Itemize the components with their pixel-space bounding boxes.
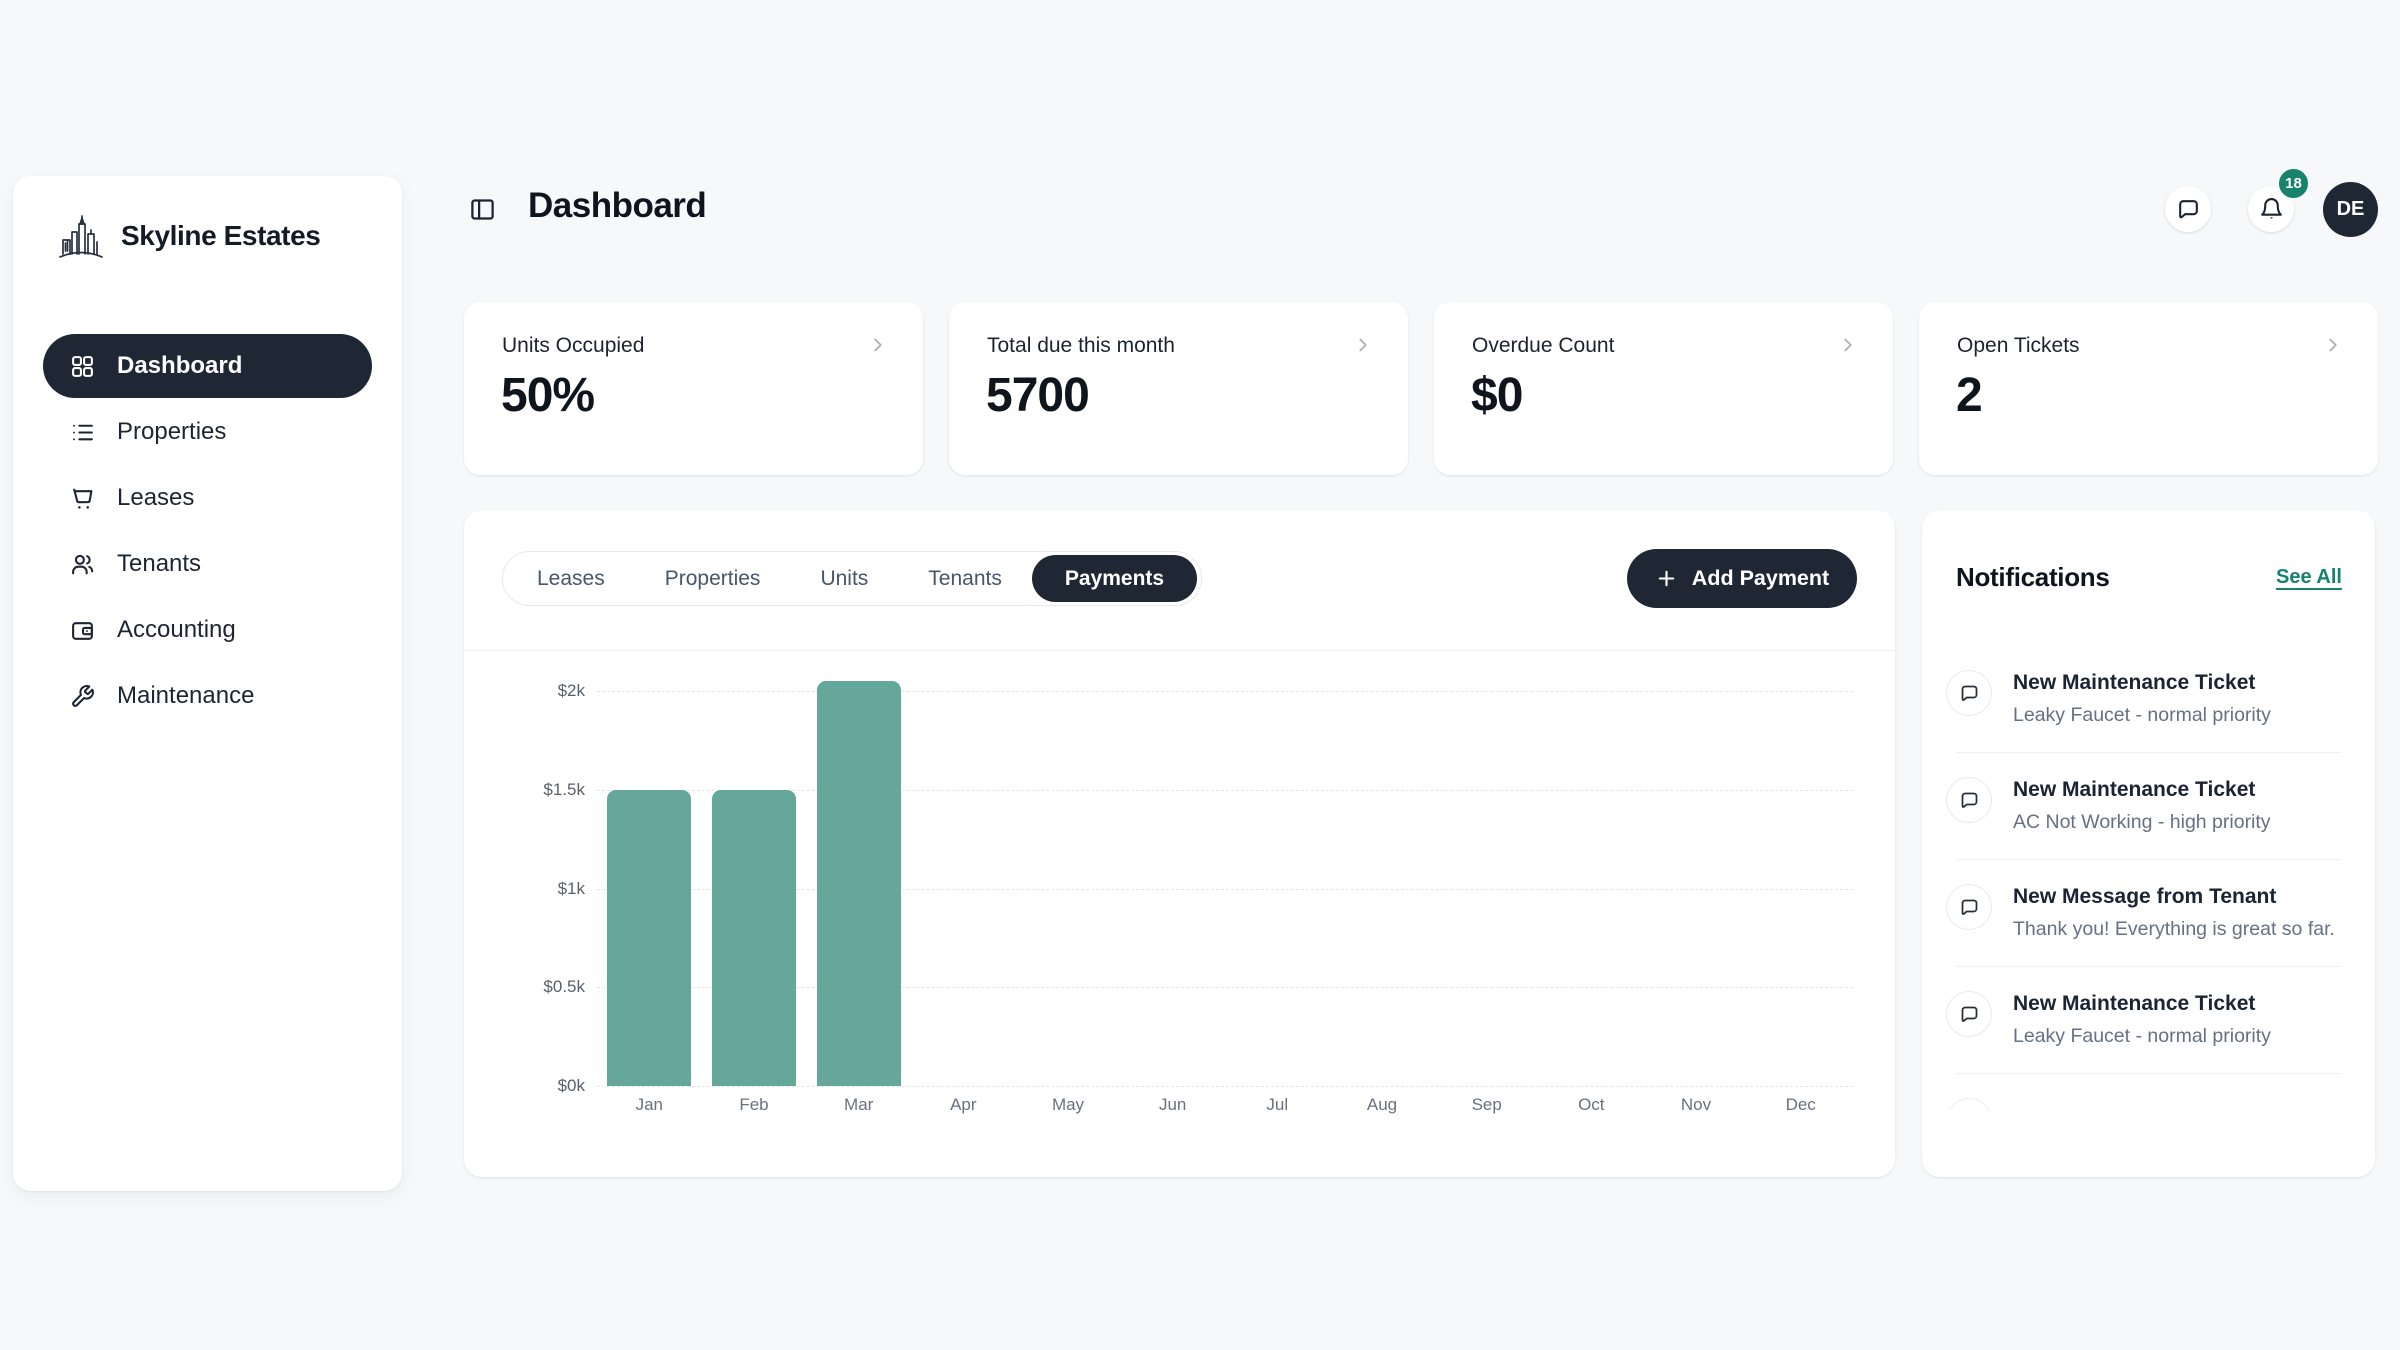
x-axis-tick-label: Sep bbox=[1435, 1095, 1539, 1115]
circle-outline bbox=[1946, 1098, 1992, 1111]
stat-card-1[interactable]: Total due this month 5700 bbox=[949, 302, 1408, 475]
sidebar-item-properties[interactable]: Properties bbox=[43, 400, 372, 464]
sidebar-item-label: Accounting bbox=[117, 616, 236, 644]
stat-label: Open Tickets bbox=[1957, 334, 2080, 358]
stat-value: 5700 bbox=[986, 368, 1089, 423]
bar-jan bbox=[607, 790, 691, 1086]
sidebar-nav: Dashboard Properties Leases Tenants Accounti… bbox=[43, 334, 372, 730]
stat-label: Total due this month bbox=[987, 334, 1175, 358]
bar-mar bbox=[817, 681, 901, 1086]
avatar[interactable]: DE bbox=[2323, 182, 2378, 237]
notification-item[interactable]: New Message from Tenant Thank you! Everyt… bbox=[1922, 860, 2375, 967]
x-axis-tick-label: Mar bbox=[807, 1095, 911, 1115]
sidebar-item-maintenance[interactable]: Maintenance bbox=[43, 664, 372, 728]
divider bbox=[1956, 1073, 2341, 1074]
notification-title: New Maintenance Ticket bbox=[2013, 671, 2255, 695]
stat-value: 2 bbox=[1956, 368, 1982, 423]
layout-grid-icon bbox=[70, 354, 95, 379]
sidebar-item-dashboard[interactable]: Dashboard bbox=[43, 334, 372, 398]
wrench-icon bbox=[70, 684, 95, 709]
sidebar-item-label: Tenants bbox=[117, 550, 201, 578]
chevron-right-icon bbox=[1352, 334, 1374, 356]
stat-card-0[interactable]: Units Occupied 50% bbox=[464, 302, 923, 475]
bar-feb bbox=[712, 790, 796, 1086]
y-axis-tick-label: $0.5k bbox=[464, 977, 585, 997]
x-axis-tick-label: Jan bbox=[597, 1095, 701, 1115]
stat-cards-row: Units Occupied 50% Total due this month 570… bbox=[464, 302, 2378, 475]
page-title: Dashboard bbox=[528, 186, 706, 226]
chat-bubble-icon bbox=[1946, 777, 1992, 823]
x-axis-tick-label: May bbox=[1016, 1095, 1120, 1115]
notification-item[interactable]: New Maintenance Ticket Leaky Faucet - nor… bbox=[1922, 967, 2375, 1074]
notifications-panel: Notifications See All New Maintenance Ti… bbox=[1922, 510, 2375, 1177]
sidebar-item-leases[interactable]: Leases bbox=[43, 466, 372, 530]
chat-bubble-icon bbox=[1946, 670, 1992, 716]
brand-name: Skyline Estates bbox=[121, 220, 320, 252]
sidebar-item-label: Leases bbox=[117, 484, 194, 512]
x-axis-tick-label: Oct bbox=[1539, 1095, 1643, 1115]
y-axis-tick-label: $0k bbox=[464, 1076, 585, 1096]
payments-bar-chart: $0k $0.5k $1k $1.5k $2k JanFebMarAprMayJunJul… bbox=[464, 510, 1895, 1177]
stat-card-2[interactable]: Overdue Count $0 bbox=[1434, 302, 1893, 475]
chat-bubble-icon bbox=[1946, 991, 1992, 1037]
notifications-title: Notifications bbox=[1956, 562, 2110, 593]
sidebar-item-label: Maintenance bbox=[117, 682, 254, 710]
sidebar-item-label: Properties bbox=[117, 418, 226, 446]
x-axis-tick-label: Dec bbox=[1749, 1095, 1853, 1115]
notification-subtitle: Thank you! Everything is great so far. bbox=[2013, 918, 2335, 941]
wallet-icon bbox=[70, 618, 95, 643]
users-icon bbox=[70, 552, 95, 577]
chat-bubble-icon bbox=[1946, 884, 1992, 930]
chevron-right-icon bbox=[1837, 334, 1859, 356]
notification-item[interactable]: New Maintenance Ticket Leaky Faucet - nor… bbox=[1922, 646, 2375, 753]
stat-value: $0 bbox=[1471, 368, 1522, 423]
city-skyline-icon bbox=[58, 210, 104, 262]
bell-icon bbox=[2259, 197, 2284, 222]
sidebar-item-label: Dashboard bbox=[117, 352, 242, 380]
stat-label: Overdue Count bbox=[1472, 334, 1614, 358]
x-axis-tick-label: Nov bbox=[1644, 1095, 1748, 1115]
notification-subtitle: Leaky Faucet - normal priority bbox=[2013, 1025, 2271, 1048]
notification-title: New Message from Tenant bbox=[2013, 885, 2276, 909]
chart-gridline bbox=[597, 1086, 1853, 1087]
partial-notification-icon bbox=[1946, 1098, 1992, 1111]
y-axis-tick-label: $1.5k bbox=[464, 780, 585, 800]
x-axis-tick-label: Feb bbox=[702, 1095, 806, 1115]
x-axis-tick-label: Apr bbox=[911, 1095, 1015, 1115]
notification-subtitle: AC Not Working - high priority bbox=[2013, 811, 2271, 834]
chat-bubble-icon bbox=[2176, 197, 2201, 222]
notifications-header: Notifications See All bbox=[1956, 562, 2342, 593]
stat-card-3[interactable]: Open Tickets 2 bbox=[1919, 302, 2378, 475]
x-axis-tick-label: Jun bbox=[1121, 1095, 1225, 1115]
notification-title: New Maintenance Ticket bbox=[2013, 992, 2255, 1016]
see-all-link[interactable]: See All bbox=[2276, 566, 2342, 589]
cart-icon bbox=[70, 486, 95, 511]
chat-button[interactable] bbox=[2165, 186, 2211, 232]
notification-title: New Maintenance Ticket bbox=[2013, 778, 2255, 802]
sidebar-item-accounting[interactable]: Accounting bbox=[43, 598, 372, 662]
sidebar: Skyline Estates Dashboard Properties Lease… bbox=[13, 176, 402, 1191]
chevron-right-icon bbox=[867, 334, 889, 356]
notification-subtitle: Leaky Faucet - normal priority bbox=[2013, 704, 2271, 727]
sidebar-item-tenants[interactable]: Tenants bbox=[43, 532, 372, 596]
y-axis-tick-label: $2k bbox=[464, 681, 585, 701]
notifications-list: New Maintenance Ticket Leaky Faucet - nor… bbox=[1922, 646, 2375, 1074]
y-axis-tick-label: $1k bbox=[464, 879, 585, 899]
panel-left-icon[interactable] bbox=[469, 196, 496, 223]
x-axis-tick-label: Jul bbox=[1225, 1095, 1329, 1115]
main-panel: LeasesPropertiesUnitsTenantsPayments Add… bbox=[464, 510, 1895, 1177]
stat-label: Units Occupied bbox=[502, 334, 644, 358]
chart-gridline bbox=[597, 691, 1853, 692]
notification-item[interactable]: New Maintenance Ticket AC Not Working - h… bbox=[1922, 753, 2375, 860]
x-axis-tick-label: Aug bbox=[1330, 1095, 1434, 1115]
stat-value: 50% bbox=[501, 368, 594, 423]
notification-count-badge: 18 bbox=[2277, 167, 2310, 200]
list-icon bbox=[70, 420, 95, 445]
chevron-right-icon bbox=[2322, 334, 2344, 356]
app: { "brand": { "name": "Skyline Estates", … bbox=[0, 0, 2400, 1350]
brand: Skyline Estates bbox=[58, 210, 320, 262]
